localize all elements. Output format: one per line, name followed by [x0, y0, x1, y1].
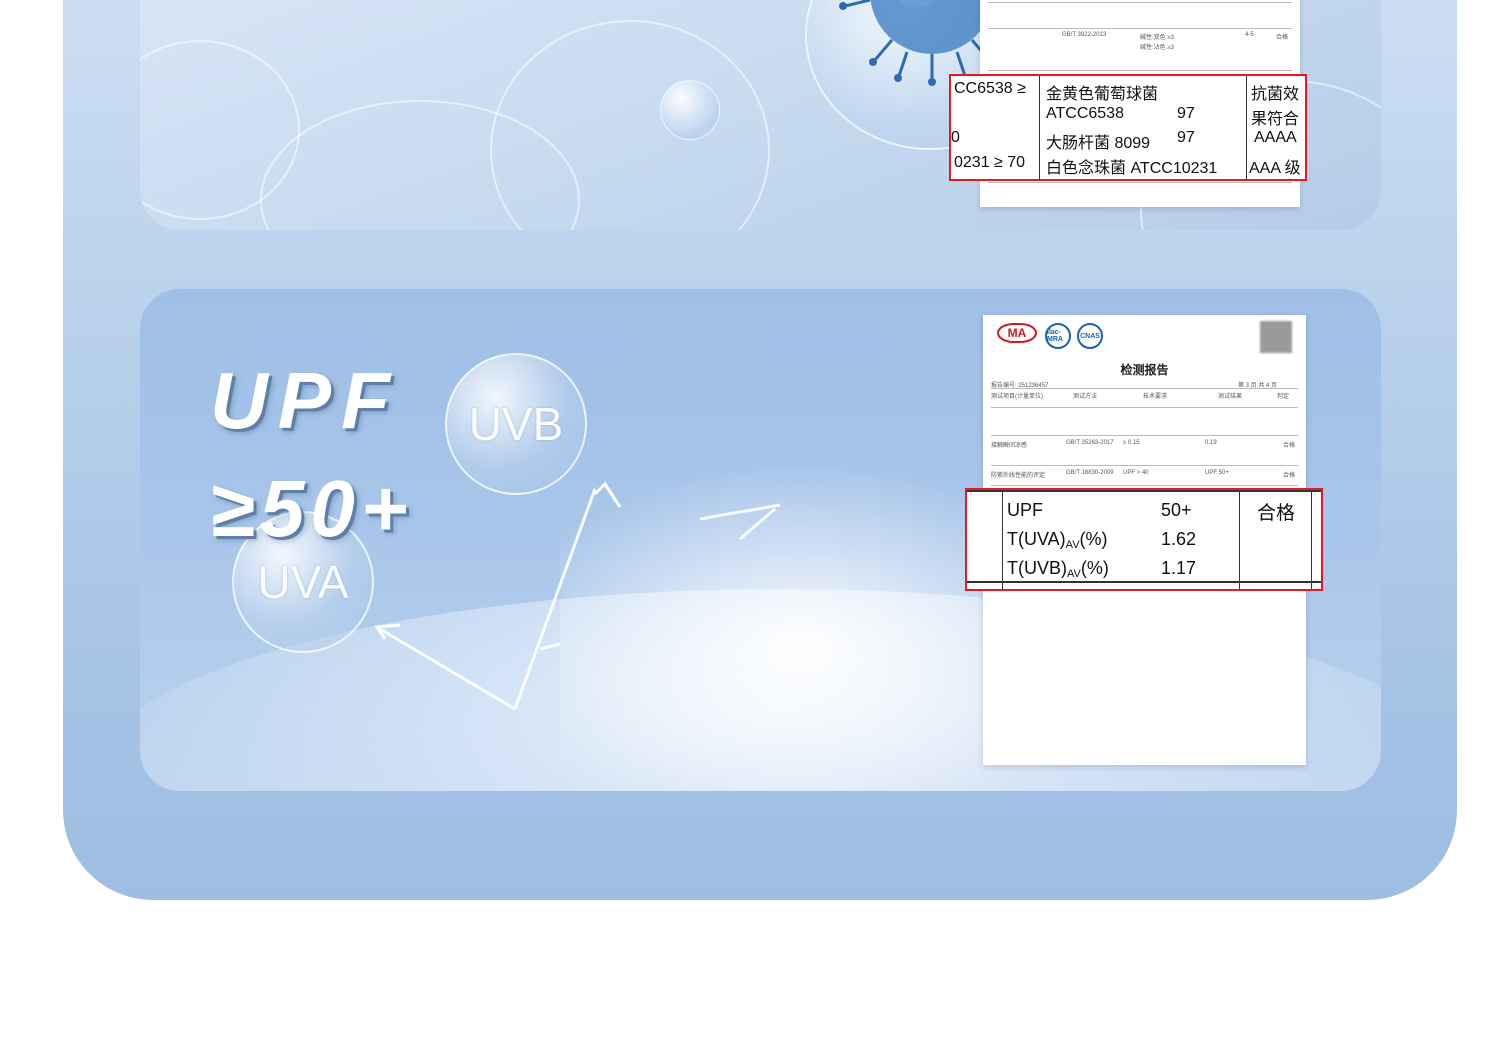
upf-value: 50+: [1161, 500, 1192, 520]
row-verdict: 合格: [1283, 443, 1296, 449]
col-header: 测试结果: [1218, 394, 1243, 400]
uva-value: 1.62: [1161, 529, 1197, 549]
col-header: 判定: [1277, 394, 1290, 400]
cma-logo: MA: [997, 323, 1037, 343]
zoom-cell: 0: [951, 129, 960, 146]
zoom-cell: 果符合: [1251, 111, 1300, 128]
upf-zoom-callout: UPF 50+ 合格 T(UVA)AV(%) 1.62 T(UVB)AV(%) …: [965, 488, 1323, 591]
upf-headline: UPF: [210, 356, 400, 445]
upf-value-headline: ≥50+: [210, 464, 414, 553]
row-result: UPF 50+: [1205, 470, 1229, 476]
col-header: 测试方法: [1073, 394, 1098, 400]
report-title: 检测报告: [1120, 363, 1169, 377]
zoom-cell: 大肠杆菌 8099: [1046, 135, 1151, 152]
row-req: UPF > 40: [1123, 470, 1149, 476]
col-header: 测试项目(计量单位): [991, 394, 1043, 400]
uva-label: T(UVA)AV(%): [1007, 529, 1108, 551]
mini-req: 碱性:变色 ≥3: [1140, 35, 1174, 41]
zoom-cell: CC6538 ≥: [954, 80, 1026, 97]
qr-code: [1260, 321, 1292, 353]
zoom-cell: AAA 级: [1249, 160, 1301, 177]
mini-req: 碱性:沾色 ≥3: [1140, 45, 1174, 51]
uvb-value: 1.17: [1161, 558, 1197, 578]
row-verdict: 合格: [1283, 473, 1296, 479]
row-method: GB/T 18830-2009: [1066, 470, 1114, 476]
zoom-cell: 金黄色葡萄球菌: [1046, 86, 1159, 103]
zoom-cell: 抗菌效: [1251, 86, 1300, 103]
row-method: GB/T 35263-2017: [1066, 440, 1114, 446]
verdict-label: 合格: [1257, 503, 1296, 524]
zoom-cell: AAAA: [1254, 129, 1297, 146]
mini-method: GB/T 3922-2013: [1062, 32, 1107, 38]
arrow-head: [374, 623, 401, 640]
row-result: 0.19: [1205, 440, 1217, 446]
arrow-head: [593, 481, 622, 508]
col-header: 技术要求: [1143, 394, 1168, 400]
row-item: 接触瞬间凉感: [991, 443, 1028, 449]
small-bubble: [660, 80, 720, 140]
zoom-cell: ATCC6538: [1046, 105, 1124, 122]
zoom-cell: 97: [1177, 105, 1195, 122]
mini-verdict: 合格: [1276, 35, 1289, 41]
ilac-logo: ilac-MRA: [1045, 323, 1071, 349]
antibacterial-zoom-callout: CC6538 ≥ 金黄色葡萄球菌 抗菌效 ATCC6538 97 果符合 0 大…: [949, 74, 1307, 181]
fiber-shape: [490, 20, 770, 230]
zoom-cell: 白色念珠菌 ATCC10231: [1046, 160, 1218, 177]
mini-result: 4-5: [1245, 32, 1254, 38]
upf-label: UPF: [1007, 500, 1043, 520]
uvb-label: T(UVB)AV(%): [1007, 558, 1109, 580]
row-req: ≥ 0.15: [1123, 440, 1140, 446]
row-item: 防紫外线性能的评定: [991, 473, 1046, 479]
zoom-cell: 97: [1177, 129, 1195, 146]
cnas-logo: CNAS: [1077, 323, 1103, 349]
zoom-cell: 0231 ≥ 70: [954, 154, 1026, 171]
